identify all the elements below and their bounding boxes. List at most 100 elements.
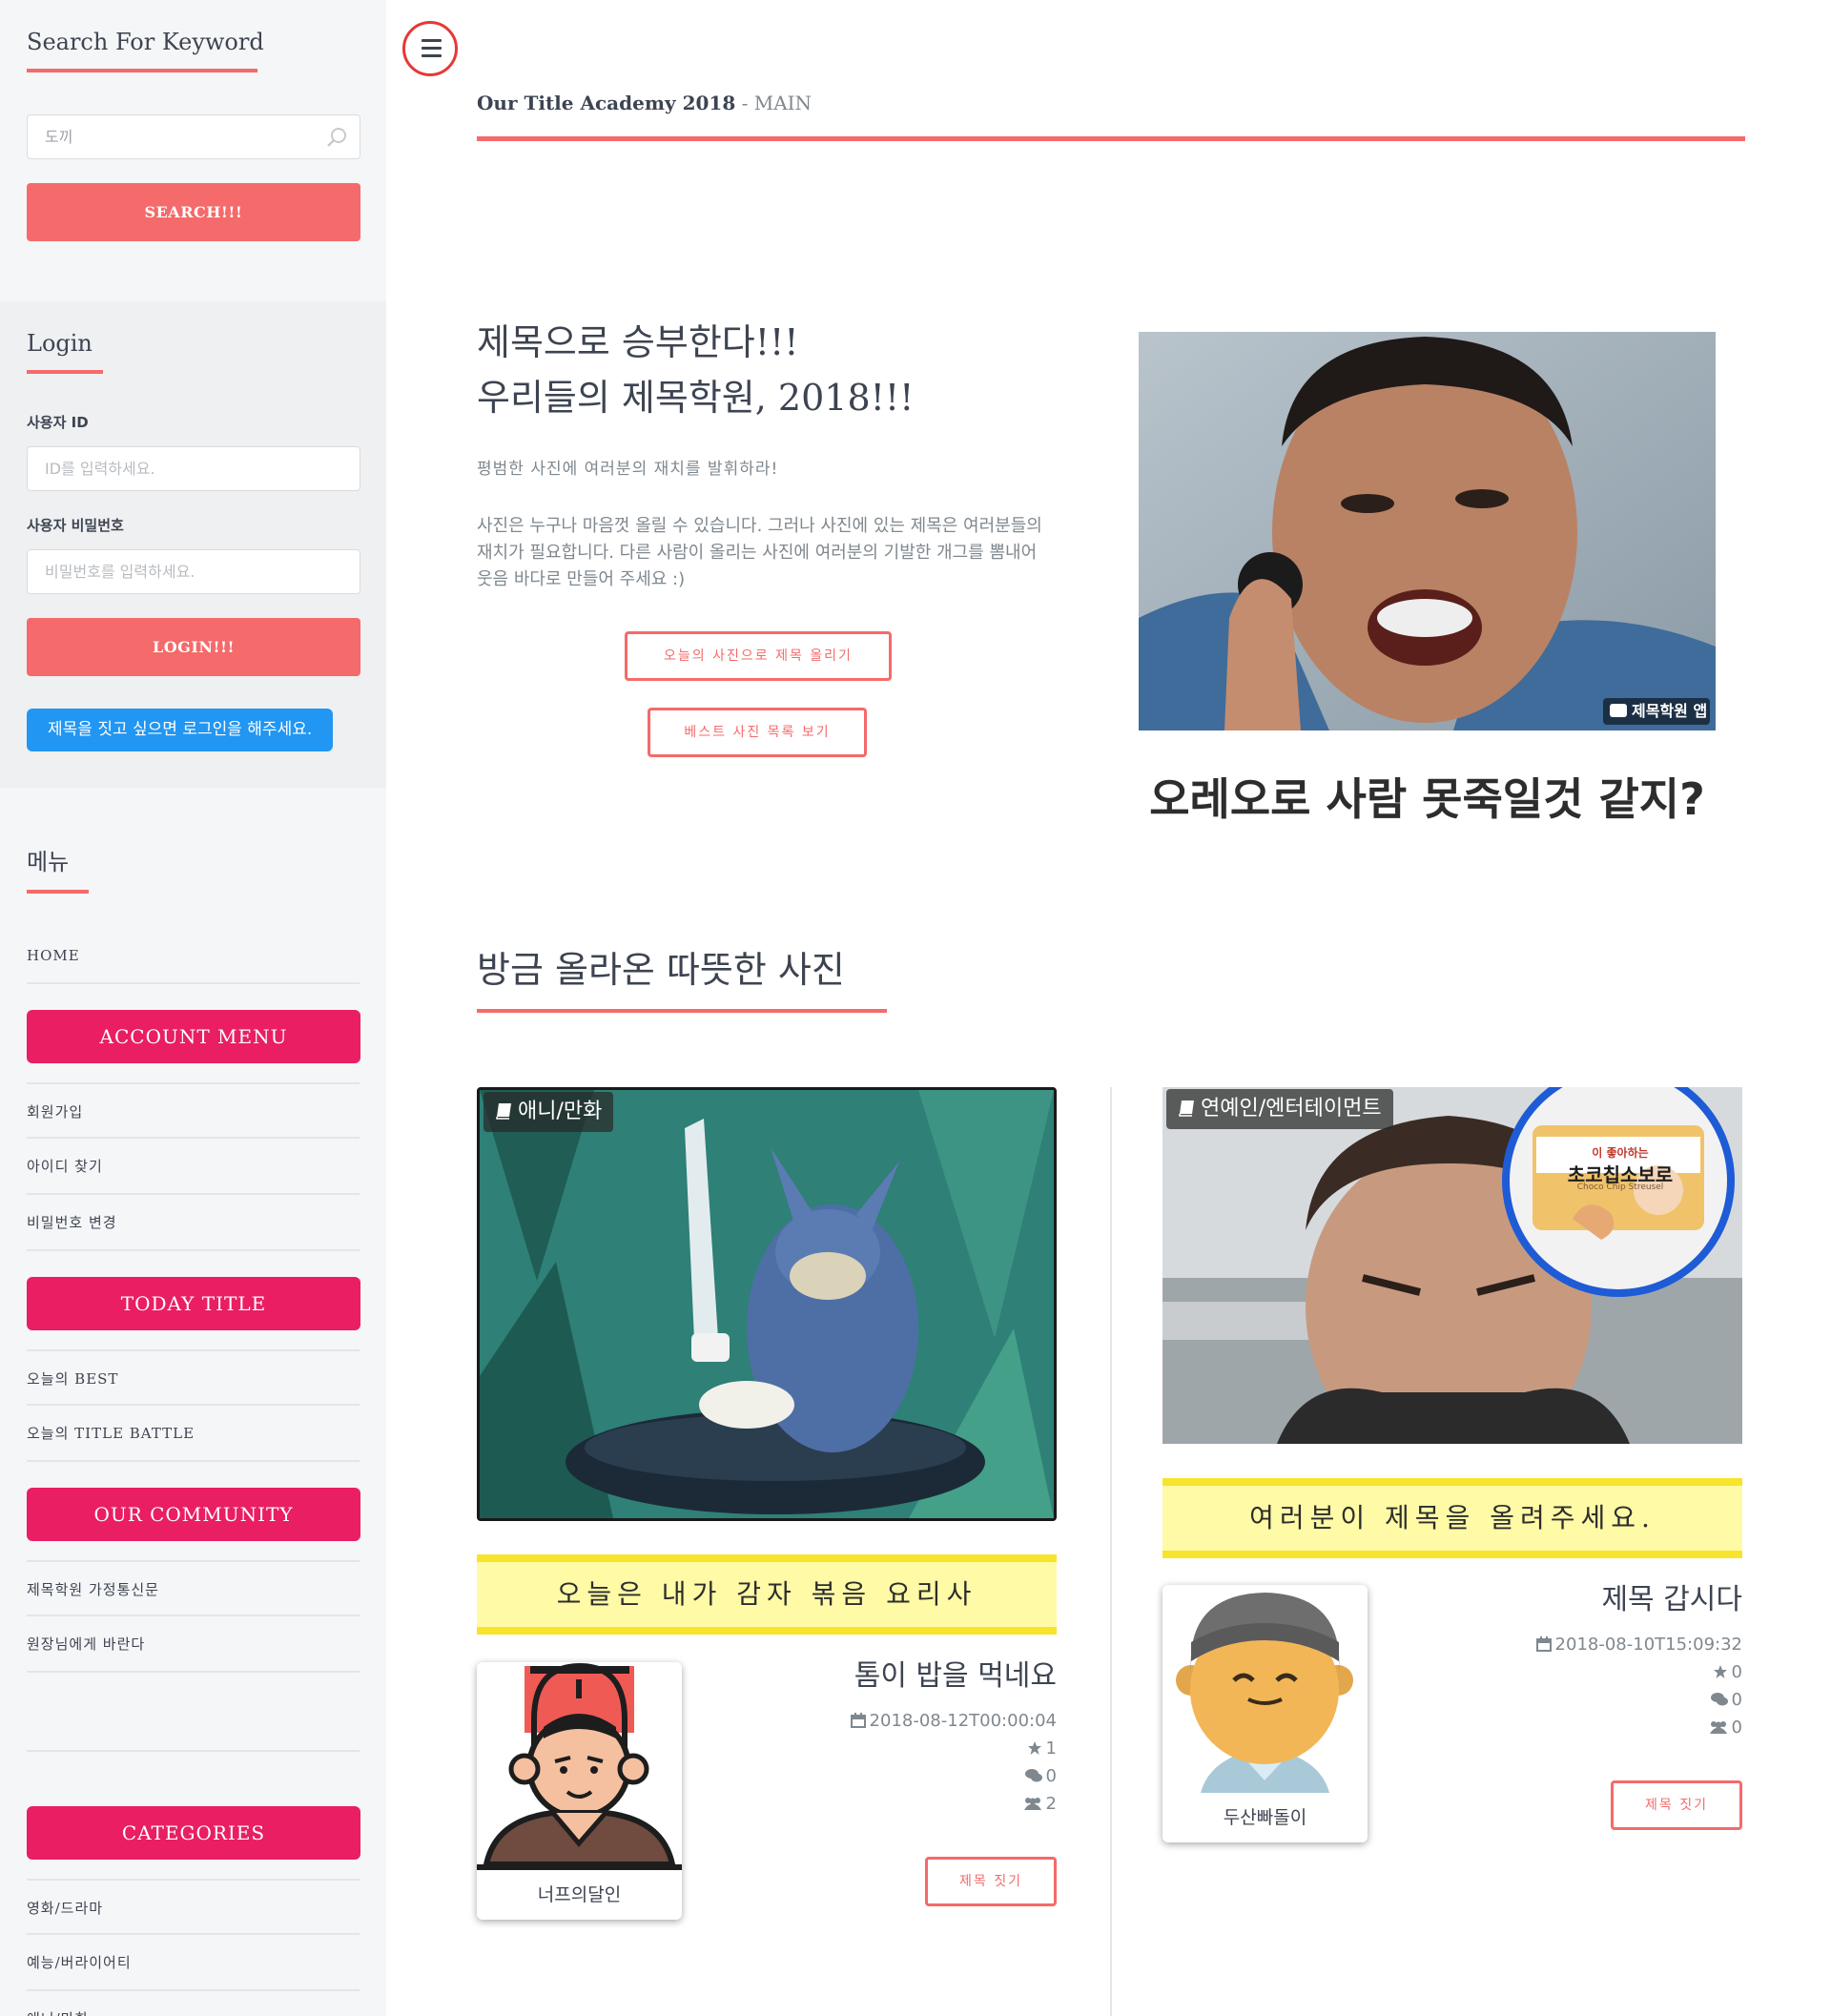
menu-item-cat-variety[interactable]: 예능/버라이어티 bbox=[27, 1935, 360, 1991]
banner-title-line1: 제목으로 승부한다!!! bbox=[477, 321, 799, 363]
post-likes: 2 bbox=[851, 1790, 1057, 1818]
post-date-text: 2018-08-12T00:00:04 bbox=[869, 1711, 1057, 1731]
write-title-button[interactable]: 제목 짓기 bbox=[1611, 1780, 1742, 1830]
post-title[interactable]: 톰이 밥을 먹네요 bbox=[854, 1652, 1057, 1694]
post-likes: 0 bbox=[1536, 1714, 1742, 1741]
menu-item-today-battle[interactable]: 오늘의 TITLE BATTLE bbox=[27, 1406, 360, 1462]
post-meta: 2018-08-10T15:09:32 0 0 0 bbox=[1535, 1631, 1742, 1741]
site-title: Our Title Academy 2018 bbox=[477, 92, 736, 114]
upload-photo-button[interactable]: 오늘의 사진으로 제목 올리기 bbox=[625, 631, 892, 681]
search-input[interactable]: 도끼 bbox=[27, 114, 360, 159]
comments-icon bbox=[1710, 1693, 1728, 1706]
password-placeholder: 비밀번호를 입력하세요. bbox=[45, 563, 195, 581]
calendar-icon bbox=[1535, 1636, 1552, 1652]
menu-item-change-password[interactable]: 비밀번호 변경 bbox=[27, 1195, 360, 1251]
hamburger-icon[interactable] bbox=[402, 21, 458, 76]
calendar-icon bbox=[850, 1713, 866, 1728]
banner-subtitle: 평범한 사진에 여러분의 재치를 발휘하라! bbox=[477, 460, 779, 479]
menu-item-cat-movie[interactable]: 영화/드라마 bbox=[27, 1879, 360, 1935]
section-title: 방금 올라온 따뜻한 사진 bbox=[477, 949, 845, 991]
author-avatar bbox=[1176, 1593, 1353, 1793]
menu-item-signup[interactable]: 회원가입 bbox=[27, 1082, 360, 1139]
user-id-label: 사용자 ID bbox=[27, 414, 89, 431]
column-divider bbox=[1110, 1087, 1112, 2016]
post-likes-count: 0 bbox=[1731, 1718, 1742, 1738]
post-likes-count: 2 bbox=[1045, 1794, 1057, 1814]
post-date: 2018-08-12T00:00:04 bbox=[850, 1707, 1057, 1735]
login-heading: Login bbox=[27, 330, 93, 357]
password-field[interactable]: 비밀번호를 입력하세요. bbox=[27, 549, 360, 594]
user-id-field[interactable]: ID를 입력하세요. bbox=[27, 446, 360, 491]
star-icon bbox=[1713, 1665, 1727, 1678]
post-comments: 0 bbox=[851, 1762, 1057, 1790]
avatar bbox=[1162, 1585, 1368, 1793]
author-card[interactable]: 두산빠돌이 bbox=[1162, 1585, 1368, 1842]
sticker-line3: Choco Chip Streusel bbox=[1576, 1183, 1664, 1192]
account-menu-button[interactable]: ACCOUNT MENU bbox=[27, 1010, 360, 1063]
post-photo bbox=[1162, 1087, 1742, 1444]
post-stars-count: 0 bbox=[1731, 1662, 1742, 1682]
banner-title-line2: 우리들의 제목학원, 2018!!! bbox=[477, 377, 915, 419]
search-heading: Search For Keyword bbox=[27, 29, 264, 55]
banner-body: 사진은 누구나 마음껏 올릴 수 있습니다. 그러나 사진에 있는 제목은 여러… bbox=[477, 516, 1042, 589]
post-date: 2018-08-10T15:09:32 bbox=[1535, 1631, 1742, 1658]
menu-section: 메뉴 HOME ACCOUNT MENU 회원가입 아이디 찾기 비밀번호 변경… bbox=[0, 820, 386, 2016]
author-name: 두산빠돌이 bbox=[1223, 1807, 1307, 1828]
post-caption: 여러분이 제목을 올려주세요. bbox=[1162, 1478, 1742, 1558]
menu-item-cat-anime[interactable]: 애니/만화 bbox=[27, 1991, 360, 2016]
post-comments-count: 0 bbox=[1045, 1766, 1057, 1786]
post-meta: 2018-08-12T00:00:04 1 0 2 bbox=[850, 1707, 1057, 1818]
sticker-line1: 이 좋아하는 bbox=[1592, 1146, 1649, 1160]
post-stars-count: 1 bbox=[1045, 1738, 1057, 1759]
book-icon bbox=[496, 1103, 511, 1120]
post-caption: 오늘은 내가 감자 볶음 요리사 bbox=[477, 1554, 1057, 1635]
header-separator: - bbox=[735, 92, 754, 114]
login-notice-button[interactable]: 제목을 짓고 싶으면 로그인을 해주세요. bbox=[27, 709, 334, 751]
comments-icon bbox=[1024, 1769, 1042, 1782]
hero-photo bbox=[1139, 332, 1716, 730]
avatar bbox=[477, 1662, 682, 1870]
author-avatar bbox=[477, 1662, 682, 1870]
post-image[interactable]: 이 좋아하는 초코칩소보로 Choco Chip Streusel 연예인/엔터… bbox=[1162, 1087, 1742, 1444]
menu-item-find-id[interactable]: 아이디 찾기 bbox=[27, 1139, 360, 1195]
categories-button[interactable]: CATEGORIES bbox=[27, 1806, 360, 1860]
menu-item-today-best[interactable]: 오늘의 BEST bbox=[27, 1349, 360, 1406]
menu-item-to-director[interactable]: 원장님에게 바란다 bbox=[27, 1616, 360, 1673]
header-underline bbox=[477, 136, 1745, 141]
post-card: 이 좋아하는 초코칩소보로 Choco Chip Streusel 연예인/엔터… bbox=[1162, 1087, 1742, 1869]
post-comments: 0 bbox=[1536, 1686, 1742, 1714]
user-id-placeholder: ID를 입력하세요. bbox=[45, 460, 155, 478]
search-icon[interactable] bbox=[325, 126, 348, 149]
hero-watermark: 제목학원 앱 bbox=[1632, 702, 1708, 720]
header-title: Our Title Academy 2018 - MAIN bbox=[477, 92, 812, 114]
page-title: MAIN bbox=[753, 92, 813, 114]
our-community-button[interactable]: OUR COMMUNITY bbox=[27, 1488, 360, 1541]
book-icon bbox=[1179, 1101, 1194, 1117]
search-section: Search For Keyword 도끼 SEARCH!!! bbox=[0, 0, 386, 274]
login-section: Login 사용자 ID ID를 입력하세요. 사용자 비밀번호 비밀번호를 입… bbox=[0, 301, 386, 788]
today-title-button[interactable]: TODAY TITLE bbox=[27, 1277, 360, 1330]
post-date-text: 2018-08-10T15:09:32 bbox=[1554, 1635, 1742, 1655]
section-underline bbox=[477, 1009, 887, 1013]
category-label: 애니/만화 bbox=[518, 1100, 603, 1123]
login-heading-underline bbox=[27, 370, 103, 374]
category-badge: 애니/만화 bbox=[483, 1092, 614, 1132]
write-title-button[interactable]: 제목 짓기 bbox=[925, 1857, 1057, 1906]
sidebar: Search For Keyword 도끼 SEARCH!!! Login 사용… bbox=[0, 0, 386, 2016]
login-button[interactable]: LOGIN!!! bbox=[27, 618, 360, 676]
search-input-value: 도끼 bbox=[45, 128, 73, 146]
hero-caption: 오레오로 사람 못죽일것 같지? bbox=[1149, 773, 1705, 825]
menu-item-newsletter[interactable]: 제목학원 가정통신문 bbox=[27, 1560, 360, 1616]
author-card[interactable]: 너프의달인 bbox=[477, 1662, 682, 1920]
post-photo bbox=[480, 1090, 1054, 1518]
post-title[interactable]: 제목 갑시다 bbox=[1601, 1575, 1742, 1617]
best-photos-button[interactable]: 베스트 사진 목록 보기 bbox=[648, 708, 867, 757]
banner-title: 제목으로 승부한다!!! 우리들의 제목학원, 2018!!! bbox=[477, 315, 914, 425]
menu-item-home[interactable]: HOME bbox=[27, 928, 360, 984]
post-card: 애니/만화 오늘은 내가 감자 볶음 요리사 너프의달인 톰이 밥을 먹네요 2… bbox=[477, 1087, 1057, 1926]
search-button[interactable]: SEARCH!!! bbox=[27, 183, 360, 241]
post-image[interactable]: 애니/만화 bbox=[477, 1087, 1057, 1521]
post-stars: 0 bbox=[1536, 1658, 1742, 1686]
menu-heading: 메뉴 bbox=[27, 849, 70, 875]
users-icon bbox=[1023, 1798, 1041, 1810]
